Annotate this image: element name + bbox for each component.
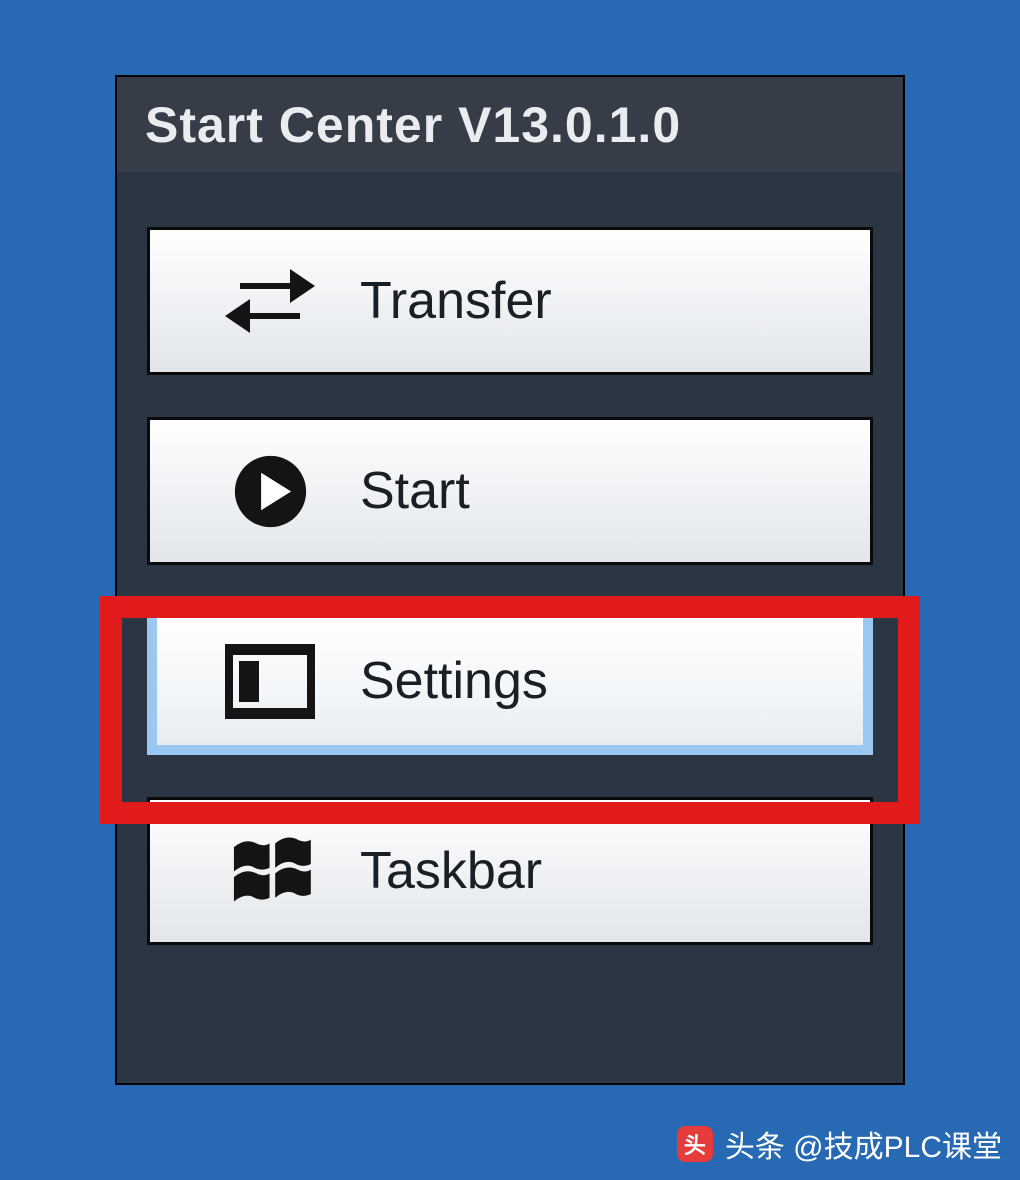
watermark-icon [677,1126,713,1162]
transfer-button[interactable]: Transfer [147,227,873,375]
transfer-label: Transfer [360,271,552,331]
settings-icon [220,641,320,721]
taskbar-button[interactable]: Taskbar [147,797,873,945]
windows-icon [220,831,320,911]
titlebar: Start Center V13.0.1.0 [117,77,903,172]
start-label: Start [360,461,470,521]
menu-area: Transfer Start Settings [117,172,903,975]
title-text: Start Center V13.0.1.0 [145,96,681,154]
taskbar-label: Taskbar [360,841,542,901]
settings-button[interactable]: Settings [147,607,873,755]
watermark: 头条 @技成PLC课堂 [677,1122,1002,1166]
play-icon [220,451,320,531]
start-button[interactable]: Start [147,417,873,565]
start-center-panel: Start Center V13.0.1.0 Transfer Start [115,75,905,1085]
settings-label: Settings [360,651,548,711]
watermark-text: 头条 @技成PLC课堂 [725,1122,1002,1166]
transfer-icon [220,261,320,341]
